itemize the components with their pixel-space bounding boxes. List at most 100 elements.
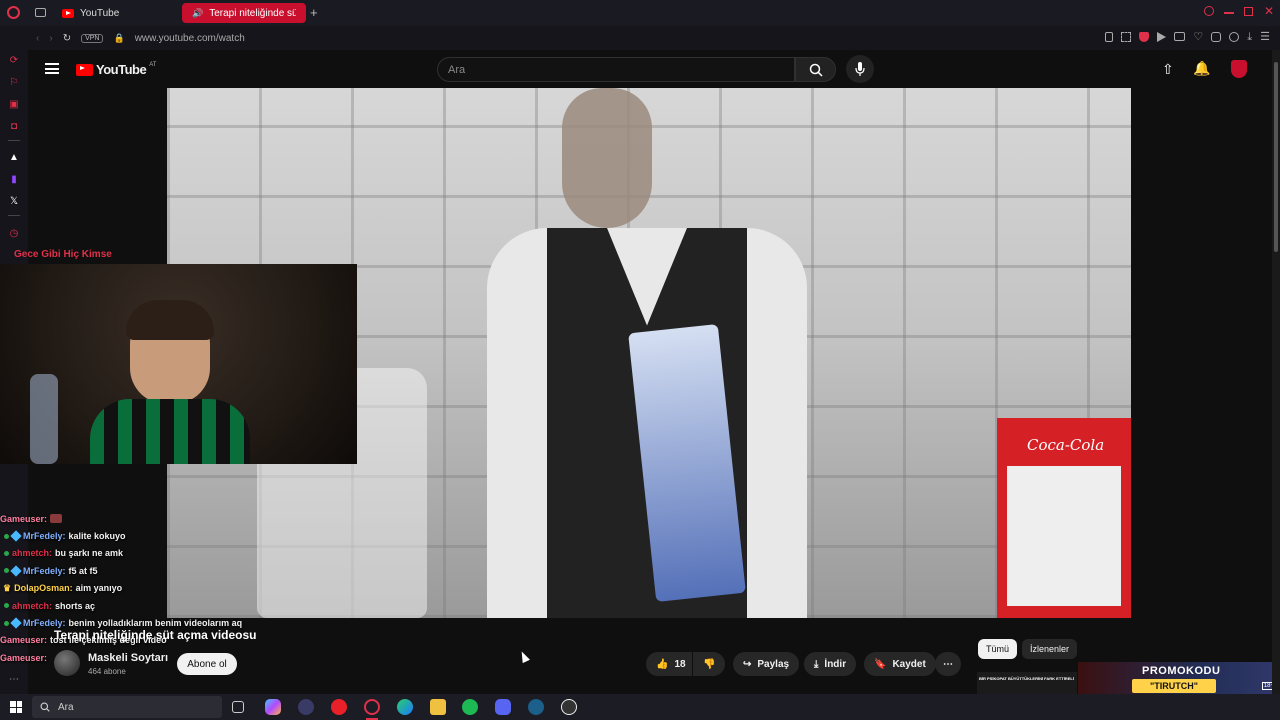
menu-icon[interactable]: ☰ bbox=[1260, 32, 1270, 43]
maximize-button[interactable] bbox=[1244, 7, 1253, 16]
chat-message: ahmetch: bu şarkı ne amk bbox=[0, 545, 270, 562]
chat-text: f5 at f5 bbox=[68, 565, 98, 576]
download-icon[interactable]: ⤓ bbox=[1247, 32, 1252, 43]
download-icon: ⤓ bbox=[814, 658, 819, 670]
channel-name[interactable]: Maskeli Soytarı bbox=[88, 652, 168, 664]
chip-all[interactable]: Tümü bbox=[978, 639, 1018, 659]
history-icon[interactable]: ◷ bbox=[7, 226, 21, 240]
app-icon[interactable] bbox=[298, 699, 314, 715]
subscribe-button[interactable]: Abone ol bbox=[177, 653, 237, 675]
like-button[interactable]: 👍 18 bbox=[646, 652, 692, 676]
chat-text: kalite kokuyo bbox=[68, 531, 126, 542]
save-button[interactable]: 🔖 Kaydet bbox=[864, 652, 936, 676]
twitch-icon[interactable]: ▮ bbox=[7, 172, 21, 186]
forward-icon[interactable]: › bbox=[49, 33, 52, 44]
chat-username: Gameuser: bbox=[0, 513, 48, 524]
spotify-icon[interactable] bbox=[462, 699, 478, 715]
chat-gem-icon bbox=[10, 617, 22, 629]
chat-username: Gameuser: bbox=[0, 635, 48, 646]
scrollbar-thumb[interactable] bbox=[1274, 62, 1278, 252]
back-icon[interactable]: ‹ bbox=[36, 33, 39, 44]
thumbs-up-icon: 👍 bbox=[656, 658, 669, 670]
shield-icon[interactable] bbox=[1139, 32, 1150, 42]
search-input[interactable]: Ara bbox=[437, 57, 795, 82]
profile-icon[interactable] bbox=[1229, 32, 1240, 42]
chat-message: ♛ DolapOsman: aim yanıyo bbox=[0, 580, 270, 597]
extensions-icon[interactable] bbox=[1211, 32, 1222, 42]
channel-avatar[interactable] bbox=[54, 650, 80, 676]
webcam-overlay bbox=[0, 264, 357, 464]
ai-assistant-icon[interactable]: ▲ bbox=[7, 150, 21, 164]
copilot-icon[interactable] bbox=[265, 699, 281, 715]
opera-logo-icon[interactable] bbox=[7, 6, 20, 19]
more-icon[interactable]: ⋯ bbox=[7, 672, 21, 686]
reload-icon[interactable]: ↻ bbox=[63, 33, 71, 44]
snapshot-icon[interactable] bbox=[1121, 32, 1132, 42]
chat-message: MrFedely: kalite kokuyo bbox=[0, 527, 270, 544]
chat-username: MrFedely: bbox=[23, 531, 66, 542]
page-scrollbar[interactable] bbox=[1272, 50, 1280, 694]
discord-icon[interactable] bbox=[495, 699, 511, 715]
hamburger-menu-icon[interactable] bbox=[45, 63, 59, 74]
search-tabs-icon[interactable] bbox=[1204, 6, 1214, 16]
close-window-button[interactable]: ✕ bbox=[1264, 4, 1274, 18]
edge-icon[interactable] bbox=[397, 699, 413, 715]
tab-manager-icon[interactable] bbox=[35, 8, 46, 17]
tab-video[interactable]: 🔊 Terapi niteliğinde süt bbox=[182, 3, 306, 23]
notifications-bell-icon[interactable]: 🔔 bbox=[1193, 60, 1210, 77]
steam-icon[interactable] bbox=[528, 699, 544, 715]
chat-emote-icon bbox=[50, 514, 63, 524]
account-avatar[interactable] bbox=[1231, 60, 1247, 78]
upload-icon[interactable]: ⇧ bbox=[1162, 61, 1174, 78]
share-button[interactable]: ↪ Paylaş bbox=[733, 652, 800, 676]
heart-icon[interactable]: ♡ bbox=[1193, 32, 1203, 43]
youtube-taskbar-icon[interactable] bbox=[331, 699, 347, 715]
task-view-icon[interactable] bbox=[232, 701, 244, 713]
chat-badge-icon bbox=[4, 550, 9, 556]
chat-username: Gameuser: bbox=[0, 652, 48, 663]
wallet-icon[interactable] bbox=[1174, 32, 1186, 41]
messenger-icon[interactable]: ▣ bbox=[7, 97, 21, 111]
taskbar-search-input[interactable]: Ara bbox=[32, 696, 222, 718]
chat-badge-icon bbox=[4, 533, 9, 539]
opera-gx-taskbar-icon[interactable] bbox=[364, 699, 380, 715]
youtube-logo[interactable]: YouTube AT bbox=[76, 62, 156, 77]
bookmark-icon: 🔖 bbox=[874, 658, 887, 670]
url-field[interactable]: www.youtube.com/watch bbox=[135, 33, 245, 44]
voice-search-button[interactable] bbox=[846, 55, 874, 83]
chip-watched[interactable]: İzlenenler bbox=[1022, 639, 1078, 659]
x-twitter-icon[interactable]: 𝕏 bbox=[7, 194, 21, 208]
instagram-icon[interactable]: ◘ bbox=[7, 119, 21, 133]
promo-line1: PROMOKODU bbox=[1142, 665, 1221, 677]
game-launcher-icon[interactable] bbox=[561, 699, 577, 715]
like-count: 18 bbox=[674, 658, 686, 670]
promo-line2: "TIRUTCH" bbox=[1132, 679, 1216, 693]
shopping-icon[interactable]: ⚐ bbox=[7, 75, 21, 89]
now-playing-text: Gece Gibi Hiç Kimse bbox=[14, 249, 112, 260]
minimize-button[interactable] bbox=[1224, 12, 1234, 14]
chat-message: MrFedely: f5 at f5 bbox=[0, 562, 270, 579]
dislike-button[interactable]: 👎 bbox=[693, 652, 725, 676]
chat-badge-icon bbox=[4, 568, 9, 574]
file-explorer-icon[interactable] bbox=[430, 699, 446, 715]
thumbnail-caption: BİR PSİKOPAT BÜYÜTTÜKLERİNİ FARK ETTİREL… bbox=[979, 676, 1074, 681]
more-actions-button[interactable]: ⋯ bbox=[935, 652, 961, 676]
youtube-header: YouTube AT Ara ⇧ 🔔 bbox=[28, 50, 1272, 88]
play-icon[interactable] bbox=[1157, 32, 1167, 42]
start-button[interactable] bbox=[10, 701, 22, 713]
pin-icon[interactable] bbox=[1105, 32, 1114, 42]
recommended-thumbnail[interactable]: BİR PSİKOPAT BÜYÜTTÜKLERİNİ FARK ETTİREL… bbox=[977, 672, 1077, 694]
tab-youtube[interactable]: YouTube bbox=[52, 3, 129, 23]
aria-icon[interactable]: ⟳ bbox=[7, 53, 21, 67]
vpn-badge[interactable]: VPN bbox=[81, 33, 104, 43]
more-horizontal-icon: ⋯ bbox=[943, 658, 953, 670]
video-sign-text: Coca-Cola bbox=[1027, 436, 1105, 454]
download-button[interactable]: ⤓ İndir bbox=[804, 652, 857, 676]
promo-banner[interactable]: PROMOKODU "TIRUTCH" 18+ bbox=[1078, 662, 1280, 694]
microphone-icon bbox=[855, 62, 865, 76]
search-icon bbox=[809, 63, 823, 77]
chat-text: bu şarkı ne amk bbox=[55, 548, 124, 559]
chat-badge-icon bbox=[4, 603, 9, 609]
new-tab-button[interactable]: + bbox=[310, 5, 318, 20]
search-button[interactable] bbox=[795, 57, 836, 82]
